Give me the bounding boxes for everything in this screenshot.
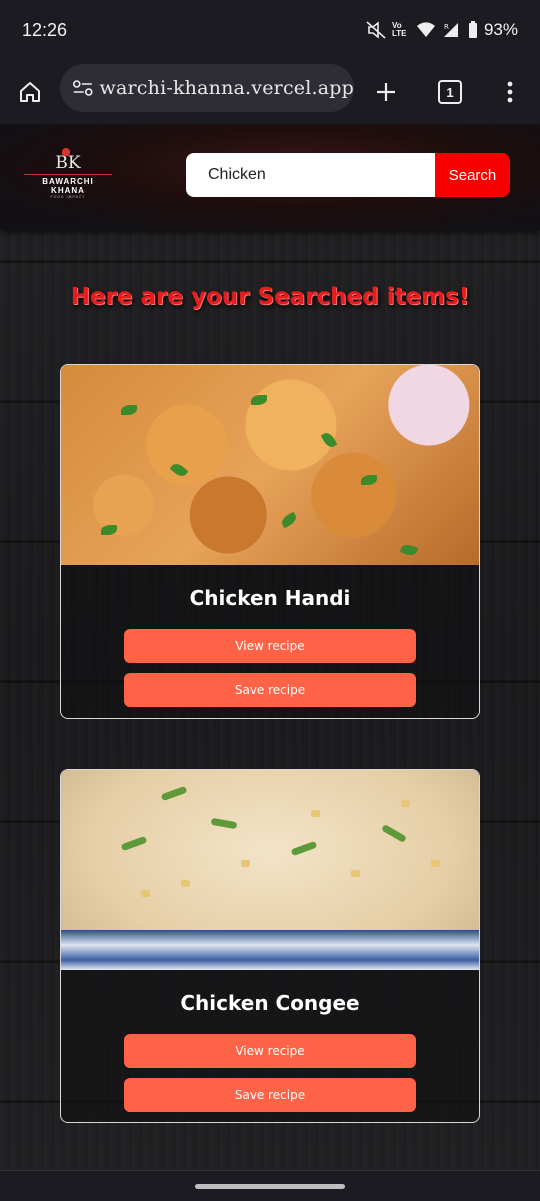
save-recipe-button[interactable]: Save recipe bbox=[124, 673, 416, 707]
recipe-image bbox=[61, 365, 479, 565]
logo-divider bbox=[24, 174, 112, 175]
view-recipe-button[interactable]: View recipe bbox=[124, 629, 416, 663]
logo-tagline: FOOD IMPACT bbox=[50, 195, 86, 199]
mute-icon bbox=[366, 21, 386, 39]
view-recipe-button[interactable]: View recipe bbox=[124, 1034, 416, 1068]
gesture-handle[interactable] bbox=[195, 1184, 345, 1189]
flame-icon bbox=[62, 148, 70, 156]
recipe-card: Chicken Handi View recipe Save recipe bbox=[60, 364, 480, 719]
site-logo[interactable]: BK BAWARCHI KHANA FOOD IMPACT bbox=[24, 148, 112, 200]
logo-name: BAWARCHI KHANA bbox=[42, 177, 94, 195]
status-bar: 12:26 Vo LTE R 93% bbox=[0, 0, 540, 62]
status-icons: Vo LTE R 93% bbox=[366, 20, 518, 40]
tab-switcher-button[interactable]: 1 bbox=[430, 72, 470, 112]
search-form: Search bbox=[186, 153, 510, 197]
battery-icon bbox=[468, 21, 477, 38]
browser-toolbar: warchi-khanna.vercel.app 1 bbox=[0, 62, 540, 125]
search-button[interactable]: Search bbox=[435, 153, 510, 197]
wifi-icon bbox=[416, 22, 435, 37]
signal-icon: R bbox=[443, 23, 458, 37]
logo-mark: BK bbox=[24, 148, 112, 172]
search-input[interactable] bbox=[186, 153, 435, 197]
plus-icon bbox=[377, 83, 395, 101]
home-button[interactable] bbox=[10, 72, 50, 112]
recipe-title: Chicken Congee bbox=[180, 991, 360, 1015]
volte-icon: Vo LTE bbox=[391, 21, 407, 38]
site-settings-icon[interactable] bbox=[70, 79, 96, 97]
home-icon bbox=[20, 82, 40, 102]
tab-count: 1 bbox=[438, 80, 462, 104]
browser-menu-button[interactable] bbox=[490, 72, 530, 112]
address-bar[interactable]: warchi-khanna.vercel.app bbox=[60, 64, 354, 112]
status-time: 12:26 bbox=[22, 20, 68, 40]
url-text: warchi-khanna.vercel.app bbox=[99, 77, 354, 99]
battery-percent: 93% bbox=[483, 20, 518, 39]
navigation-bar bbox=[0, 1170, 540, 1201]
results-heading: Here are your Searched items! bbox=[70, 284, 470, 310]
site-header: BK BAWARCHI KHANA FOOD IMPACT Search bbox=[0, 124, 540, 230]
new-tab-button[interactable] bbox=[366, 72, 406, 112]
recipe-card: Chicken Congee View recipe Save recipe bbox=[60, 769, 480, 1123]
more-vert-icon bbox=[507, 81, 513, 103]
recipe-title: Chicken Handi bbox=[189, 586, 351, 610]
svg-text:R: R bbox=[444, 23, 449, 31]
save-recipe-button[interactable]: Save recipe bbox=[124, 1078, 416, 1112]
recipe-image bbox=[61, 770, 479, 970]
web-page: BK BAWARCHI KHANA FOOD IMPACT Search Her… bbox=[0, 124, 540, 1170]
